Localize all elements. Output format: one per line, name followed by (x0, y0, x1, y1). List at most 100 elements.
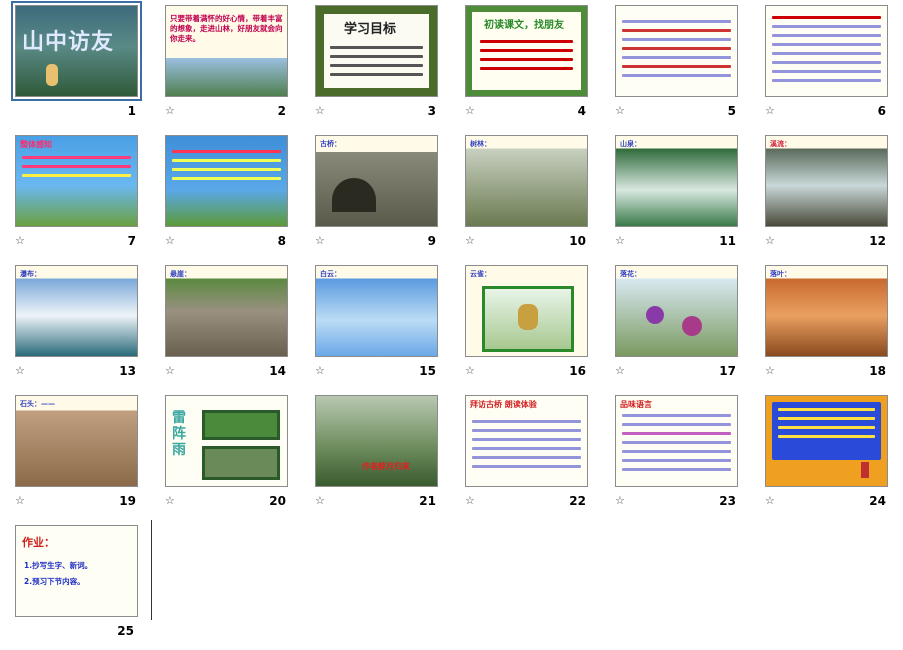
star-icon: ☆ (765, 364, 775, 377)
slide-title: 初读课文，找朋友 (484, 20, 564, 31)
slide-preview (765, 395, 888, 487)
slide-thumbnail-19[interactable]: 石头：—— ☆ 19 (0, 390, 150, 520)
slide-title: 瀑布： (20, 270, 41, 278)
slide-title: 作业： (22, 536, 55, 549)
star-icon: ☆ (765, 104, 775, 117)
slide-preview: 作业： 1.抄写生字、新词。 2.预习下节内容。 (15, 525, 138, 617)
slide-thumbnail-2[interactable]: 只要带着满怀的好心情，带着丰富的想象，走进山林，好朋友就会向你走来。 ☆ 2 (150, 0, 300, 130)
star-icon: ☆ (15, 494, 25, 507)
slide-thumbnail-11[interactable]: 山泉： ☆ 11 (600, 130, 750, 260)
star-icon: ☆ (615, 494, 625, 507)
star-icon: ☆ (465, 364, 475, 377)
slide-thumbnail-21[interactable]: 作者醉月归来 ☆ 21 (300, 390, 450, 520)
slide-thumbnail-5[interactable]: ☆ 5 (600, 0, 750, 130)
star-icon: ☆ (765, 494, 775, 507)
star-icon: ☆ (165, 104, 175, 117)
star-icon: ☆ (465, 494, 475, 507)
slide-preview: 拜访古桥 朗读体验 (465, 395, 588, 487)
slide-preview: 白云： (315, 265, 438, 357)
slide-thumbnail-13[interactable]: 瀑布： ☆ 13 (0, 260, 150, 390)
slide-thumbnail-18[interactable]: 落叶： ☆ 18 (750, 260, 900, 390)
slide-title: 山泉： (620, 140, 641, 148)
slide-number: 19 (119, 494, 136, 508)
slide-preview: 溪流： (765, 135, 888, 227)
slide-preview: 山中访友 (11, 1, 142, 101)
slide-number: 18 (869, 364, 886, 378)
slide-thumbnail-15[interactable]: 白云： ☆ 15 (300, 260, 450, 390)
slide-preview: 雷阵雨 (165, 395, 288, 487)
slide-thumbnail-12[interactable]: 溪流： ☆ 12 (750, 130, 900, 260)
slide-title: 只要带着满怀的好心情，带着丰富的想象，走进山林，好朋友就会向你走来。 (170, 14, 283, 43)
slide-thumbnail-14[interactable]: 悬崖： ☆ 14 (150, 260, 300, 390)
slide-number: 9 (427, 234, 436, 248)
slide-title: 古桥： (320, 140, 341, 148)
star-icon: ☆ (165, 494, 175, 507)
star-icon: ☆ (315, 364, 325, 377)
slide-title: 整体感知 (20, 140, 52, 149)
slide-thumbnail-20[interactable]: 雷阵雨 ☆ 20 (150, 390, 300, 520)
slide-preview: 山泉： (615, 135, 738, 227)
slide-thumbnail-16[interactable]: 云雀： ☆ 16 (450, 260, 600, 390)
slide-preview: 初读课文，找朋友 (465, 5, 588, 97)
slide-preview (765, 5, 888, 97)
slide-thumbnail-24[interactable]: ☆ 24 (750, 390, 900, 520)
slide-title: 作者醉月归来 (362, 462, 410, 471)
slide-title: 云雀： (470, 270, 491, 278)
slide-preview: 落花： (615, 265, 738, 357)
slide-title: 拜访古桥 朗读体验 (470, 400, 537, 409)
slide-preview: 古桥： (315, 135, 438, 227)
star-icon: ☆ (465, 234, 475, 247)
star-icon: ☆ (15, 234, 25, 247)
slide-title: 学习目标 (344, 22, 397, 37)
slide-title: 悬崖： (170, 270, 191, 278)
slide-preview (615, 5, 738, 97)
slide-thumbnail-25[interactable]: 作业： 1.抄写生字、新词。 2.预习下节内容。 25 (0, 520, 150, 650)
slide-thumbnail-7[interactable]: 整体感知 ☆ 7 (0, 130, 150, 260)
star-icon: ☆ (315, 234, 325, 247)
slide-number: 11 (719, 234, 736, 248)
star-icon: ☆ (615, 104, 625, 117)
slide-title: 品味语言 (620, 400, 652, 409)
slide-number: 21 (419, 494, 436, 508)
slide-number: 16 (569, 364, 586, 378)
landscape-image (166, 58, 287, 96)
slide-title: 白云： (320, 270, 341, 278)
slide-preview: 品味语言 (615, 395, 738, 487)
slide-thumbnail-9[interactable]: 古桥： ☆ 9 (300, 130, 450, 260)
slide-thumbnail-3[interactable]: 学习目标 ☆ 3 (300, 0, 450, 130)
slide-thumbnail-22[interactable]: 拜访古桥 朗读体验 ☆ 22 (450, 390, 600, 520)
slide-number: 15 (419, 364, 436, 378)
slide-thumbnail-17[interactable]: 落花： ☆ 17 (600, 260, 750, 390)
slide-thumbnail-10[interactable]: 树林： ☆ 10 (450, 130, 600, 260)
slide-number: 7 (127, 234, 136, 248)
slide-thumbnail-4[interactable]: 初读课文，找朋友 ☆ 4 (450, 0, 600, 130)
slide-preview: 落叶： (765, 265, 888, 357)
star-icon: ☆ (615, 364, 625, 377)
slide-preview: 整体感知 (15, 135, 138, 227)
slide-thumbnail-1[interactable]: 山中访友 1 (0, 0, 150, 130)
slide-preview (165, 135, 288, 227)
slide-number: 2 (277, 104, 286, 118)
slide-number: 13 (119, 364, 136, 378)
slide-preview: 学习目标 (315, 5, 438, 97)
slide-title: 溪流： (770, 140, 791, 148)
slide-title: 雷阵雨 (172, 410, 186, 458)
slide-thumbnail-8[interactable]: ☆ 8 (150, 130, 300, 260)
slide-number: 8 (277, 234, 286, 248)
slide-number: 6 (877, 104, 886, 118)
slide-thumbnail-6[interactable]: ☆ 6 (750, 0, 900, 130)
slide-preview: 悬崖： (165, 265, 288, 357)
slide-number: 4 (577, 104, 586, 118)
star-icon: ☆ (165, 234, 175, 247)
character-illustration (46, 64, 58, 86)
slide-number: 14 (269, 364, 286, 378)
slide-number: 5 (727, 104, 736, 118)
slide-preview: 云雀： (465, 265, 588, 357)
slide-thumbnail-23[interactable]: 品味语言 ☆ 23 (600, 390, 750, 520)
slide-title: 树林： (470, 140, 491, 148)
slide-sorter-grid: 山中访友 1 只要带着满怀的好心情，带着丰富的想象，走进山林，好朋友就会向你走来… (0, 0, 903, 645)
insertion-cursor (151, 520, 152, 620)
star-icon: ☆ (315, 494, 325, 507)
slide-number: 3 (427, 104, 436, 118)
slide-number: 10 (569, 234, 586, 248)
